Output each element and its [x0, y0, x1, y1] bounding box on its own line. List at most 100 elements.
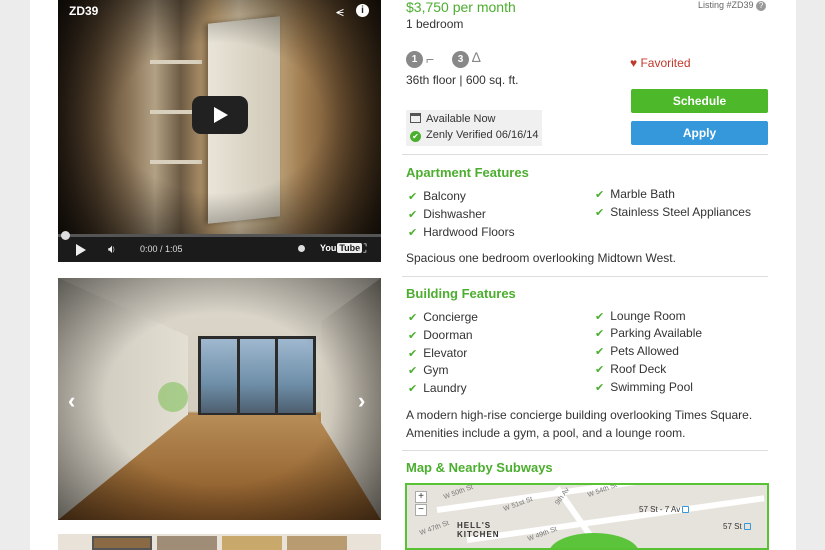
schedule-button[interactable]: Schedule [631, 89, 768, 113]
feature-item: ✔ Dishwasher [408, 207, 486, 221]
divider [402, 450, 768, 451]
neighborhood-line: HELL'S [457, 521, 492, 530]
apartment-description: Spacious one bedroom overlooking Midtown… [406, 251, 676, 265]
neighborhood-label: HELL'S KITCHEN [457, 521, 500, 539]
feature-item: ✔ Concierge [408, 310, 478, 324]
settings-icon[interactable] [298, 245, 305, 252]
neighborhood-line: KITCHEN [457, 530, 500, 539]
floor-info: 36th floor | 600 sq. ft. [406, 73, 519, 87]
fullscreen-icon[interactable]: ⛶ [358, 241, 366, 256]
youtube-logo-a: You [320, 243, 337, 253]
thumbnail[interactable] [92, 536, 152, 550]
video-player[interactable]: ZD39 ⪪ i 🔉︎ 0:00 / 1:05 You Tube ⛶ [58, 0, 381, 262]
feature-label: Doorman [423, 328, 473, 342]
divider [402, 154, 768, 155]
building-features-title: Building Features [406, 286, 516, 301]
feature-item: ✔ Elevator [408, 346, 467, 360]
feature-item: ✔ Balcony [408, 189, 466, 203]
feature-item: ✔ Marble Bath [595, 187, 675, 201]
check-icon: ✔ [595, 364, 605, 376]
info-icon[interactable]: i [356, 4, 369, 17]
next-photo-arrow-icon[interactable]: › [358, 388, 365, 414]
help-icon[interactable]: ? [756, 1, 767, 11]
calendar-icon [410, 113, 421, 123]
thumbnail-strip [58, 534, 381, 550]
progress-handle[interactable] [61, 231, 70, 240]
bathroom-count: 1 [406, 51, 423, 68]
verified-text: Zenly Verified 06/16/14 [426, 129, 539, 141]
check-icon: ✔ [408, 209, 418, 221]
zoom-out-button[interactable]: − [415, 504, 427, 516]
street-label: W 50th St [442, 483, 475, 502]
check-icon: ✔ [408, 383, 418, 395]
feature-item: ✔ Doorman [408, 328, 473, 342]
video-title: ZD39 [69, 4, 99, 18]
subway-icon [682, 506, 690, 513]
check-icon: ✔ [595, 346, 605, 358]
subway-station-label[interactable]: 57 St [723, 522, 751, 531]
feature-label: Marble Bath [610, 187, 675, 201]
map[interactable]: + − W 50th St W 51st St W 47th St W 54th… [405, 483, 769, 550]
check-icon: ✔ [408, 365, 418, 377]
feature-item: ✔ Pets Allowed [595, 344, 679, 358]
station-name: 57 St [723, 522, 742, 531]
check-icon: ✔ [595, 189, 605, 201]
feature-label: Lounge Room [610, 309, 686, 323]
check-icon: ✔ [408, 330, 418, 342]
feature-label: Roof Deck [610, 362, 667, 376]
check-circle-icon: ✔ [410, 131, 421, 142]
check-icon: ✔ [595, 311, 605, 323]
feature-label: Elevator [423, 346, 468, 360]
feature-label: Laundry [423, 381, 467, 395]
feature-item: ✔ Laundry [408, 381, 467, 395]
availability-box: Available Now ✔ Zenly Verified 06/16/14 [406, 110, 542, 146]
feature-item: ✔ Lounge Room [595, 309, 686, 323]
feature-item: ✔ Gym [408, 363, 449, 377]
listing-id: Listing #ZD39 ? [698, 0, 767, 11]
subway-station-label[interactable]: 57 St - 7 Av [639, 505, 690, 514]
feature-item: ✔ Swimming Pool [595, 380, 693, 394]
thumbnail[interactable] [287, 536, 347, 550]
favorite-toggle[interactable]: ♥ Favorited [630, 56, 691, 70]
check-icon: ✔ [408, 227, 418, 239]
previous-photo-arrow-icon[interactable]: ‹ [68, 388, 75, 414]
check-icon: ✔ [595, 382, 605, 394]
check-icon: ✔ [595, 328, 605, 340]
feature-label: Dishwasher [423, 207, 486, 221]
feature-item: ✔ Roof Deck [595, 362, 666, 376]
volume-icon[interactable]: 🔉︎ [108, 242, 116, 257]
share-icon[interactable]: ⪪ [336, 3, 344, 20]
progress-bar[interactable] [58, 231, 381, 240]
youtube-logo[interactable]: You Tube [320, 243, 363, 253]
feature-item: ✔ Stainless Steel Appliances [595, 205, 751, 219]
closet-count: 3 [452, 51, 469, 68]
shower-icon: ⌐ [426, 51, 435, 67]
play-button[interactable] [192, 96, 248, 134]
subway-icon [743, 523, 751, 530]
zoom-in-button[interactable]: + [415, 491, 427, 503]
video-time: 0:00 / 1:05 [140, 244, 183, 254]
heart-icon: ♥ [630, 56, 638, 70]
check-icon: ✔ [408, 348, 418, 360]
map-title: Map & Nearby Subways [406, 460, 553, 475]
apply-button[interactable]: Apply [631, 121, 768, 145]
thumbnail[interactable] [157, 536, 217, 550]
map-park [549, 533, 639, 548]
photo-carousel: ‹ › [58, 278, 381, 520]
feature-label: Hardwood Floors [423, 225, 515, 239]
divider [402, 276, 768, 277]
feature-label: Concierge [423, 310, 478, 324]
feature-label: Balcony [423, 189, 466, 203]
check-icon: ✔ [408, 191, 418, 203]
check-icon: ✔ [408, 312, 418, 324]
video-controls: 🔉︎ 0:00 / 1:05 You Tube ⛶ [58, 231, 381, 262]
thumbnail[interactable] [222, 536, 282, 550]
building-description-line-1: A modern high-rise concierge building ov… [406, 408, 753, 422]
bedrooms: 1 bedroom [406, 17, 464, 31]
available-text: Available Now [426, 113, 496, 125]
feature-label: Pets Allowed [610, 344, 679, 358]
play-icon[interactable] [76, 244, 86, 256]
apartment-features-title: Apartment Features [406, 165, 529, 180]
feature-item: ✔ Hardwood Floors [408, 225, 515, 239]
price: $3,750 per month [406, 0, 516, 15]
